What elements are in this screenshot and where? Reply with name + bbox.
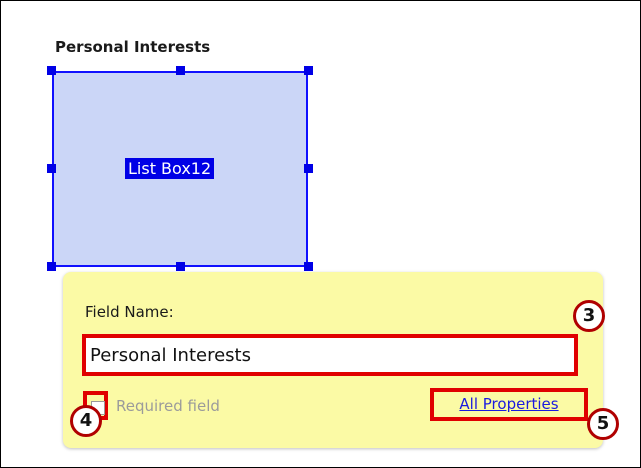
callout-5: 5 [587, 408, 619, 440]
resize-handle-bottom[interactable] [176, 262, 185, 271]
callout-3: 3 [573, 300, 605, 332]
required-field-label: Required field [116, 397, 220, 415]
resize-handle-right[interactable] [304, 164, 313, 173]
section-label: Personal Interests [55, 38, 211, 56]
resize-handle-left[interactable] [47, 164, 56, 173]
resize-handle-top-right[interactable] [304, 66, 313, 75]
field-name-input[interactable] [82, 334, 578, 376]
resize-handle-bottom-left[interactable] [47, 262, 56, 271]
field-name-label: Field Name: [85, 303, 174, 321]
callout-4: 4 [70, 405, 102, 437]
resize-handle-bottom-right[interactable] [304, 262, 313, 271]
resize-handle-top[interactable] [176, 66, 185, 75]
list-box-label: List Box12 [125, 158, 215, 179]
all-properties-link[interactable]: All Properties [430, 388, 588, 421]
resize-handle-top-left[interactable] [47, 66, 56, 75]
